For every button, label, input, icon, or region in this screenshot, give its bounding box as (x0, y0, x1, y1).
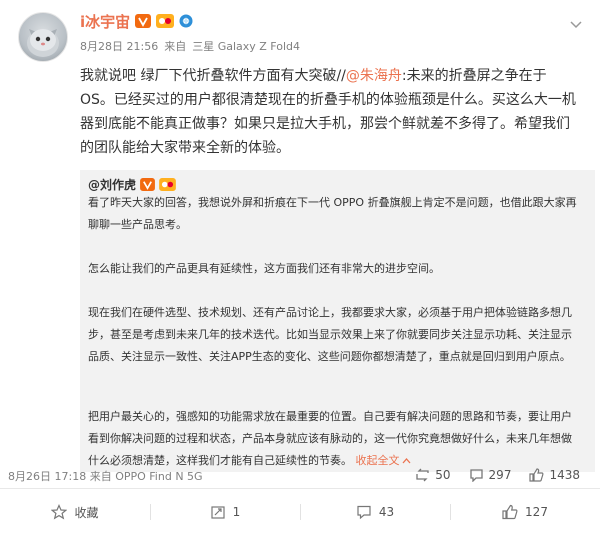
quoted-like-count: 1438 (549, 468, 580, 482)
fan-badge-icon[interactable] (159, 178, 176, 191)
post-text-before: 我就说吧 绿厂下代折叠软件方面有大突破// (80, 68, 346, 84)
action-bar: 收藏 1 43 127 (0, 495, 600, 529)
quoted-paragraph: 把用户最关心的，强感知的功能需求放在最重要的位置。自己要有解决问题的思路和节奏，… (88, 406, 580, 472)
vip-badge-icon[interactable] (135, 14, 152, 28)
repost-button[interactable]: 1 (150, 495, 300, 529)
quoted-source-prefix: 来自 (89, 470, 112, 483)
post-date[interactable]: 8月28日 21:56 (80, 38, 158, 54)
chevron-down-icon[interactable] (570, 18, 582, 30)
comment-icon (357, 505, 371, 520)
quoted-paragraph: 看了昨天大家的回答，我想说外屏和折痕在下一代 OPPO 折叠旗舰上肯定不是问题，… (88, 196, 577, 231)
quoted-comment-count: 297 (488, 468, 512, 482)
like-icon (502, 504, 518, 520)
favorite-button[interactable]: 收藏 (0, 495, 150, 529)
quoted-post: @刘作虎 看了昨天大家的回答，我想说外屏和折痕在下一代 OPPO 折叠旗舰上肯定… (80, 170, 595, 472)
repost-icon (416, 468, 429, 482)
quoted-comment[interactable]: 297 (469, 468, 512, 482)
author-name[interactable]: i冰宇宙 (80, 11, 130, 32)
like-button[interactable]: 127 (450, 495, 600, 529)
source-prefix: 来自 (164, 40, 187, 53)
comment-icon (469, 469, 483, 482)
collapse-label[interactable]: 收起全文 (356, 454, 400, 467)
mention-link[interactable]: @朱海舟 (346, 68, 402, 84)
quoted-paragraph: 怎么能让我们的产品更具有延续性，这方面我们还有非常大的进步空间。 (88, 262, 440, 275)
like-count: 127 (525, 505, 548, 519)
verified-icon (179, 14, 193, 28)
vip-badge-icon[interactable] (140, 178, 155, 191)
author-row: i冰宇宙 (80, 10, 193, 32)
weibo-post-card: i冰宇宙 8月28日 21:56 来自 三星 Galaxy Z Fold4 我就… (0, 0, 600, 534)
like-icon (529, 468, 544, 482)
repost-count: 1 (232, 505, 241, 519)
post-text: 我就说吧 绿厂下代折叠软件方面有大突破//@朱海舟:未来的折叠屏之争在于OS。已… (80, 64, 580, 160)
post-device[interactable]: 三星 Galaxy Z Fold4 (192, 38, 300, 54)
quoted-paragraph: 现在我们在硬件选型、技术规划、还有产品讨论上，我都要求大家，必须基于用户把体验链… (88, 306, 572, 363)
quoted-repost[interactable]: 50 (415, 468, 451, 482)
quoted-date[interactable]: 8月26日 17:18 (8, 470, 86, 483)
quoted-device[interactable]: OPPO Find N 5G (115, 470, 202, 483)
comment-count: 43 (378, 505, 395, 519)
quoted-paragraph-text: 把用户最关心的，强感知的功能需求放在最重要的位置。自己要有解决问题的思路和节奏，… (88, 410, 572, 467)
repost-icon (211, 506, 225, 519)
quoted-stats: 50 297 1438 (415, 468, 580, 482)
divider (0, 488, 600, 489)
fan-badge-icon[interactable] (156, 14, 175, 28)
favorite-icon (51, 504, 68, 520)
favorite-label: 收藏 (74, 505, 99, 520)
collapse-link[interactable]: 收起全文 (356, 454, 411, 467)
collapse-icon[interactable] (402, 457, 411, 464)
quoted-repost-count: 50 (435, 468, 451, 482)
quoted-like[interactable]: 1438 (529, 468, 580, 482)
avatar[interactable] (18, 12, 68, 62)
quoted-meta: 8月26日 17:18 来自 OPPO Find N 5G (8, 468, 203, 484)
quoted-author-row: @刘作虎 (88, 176, 176, 193)
quoted-author[interactable]: @刘作虎 (88, 176, 136, 193)
comment-button[interactable]: 43 (300, 495, 450, 529)
post-meta: 8月28日 21:56 来自 三星 Galaxy Z Fold4 (80, 38, 300, 54)
